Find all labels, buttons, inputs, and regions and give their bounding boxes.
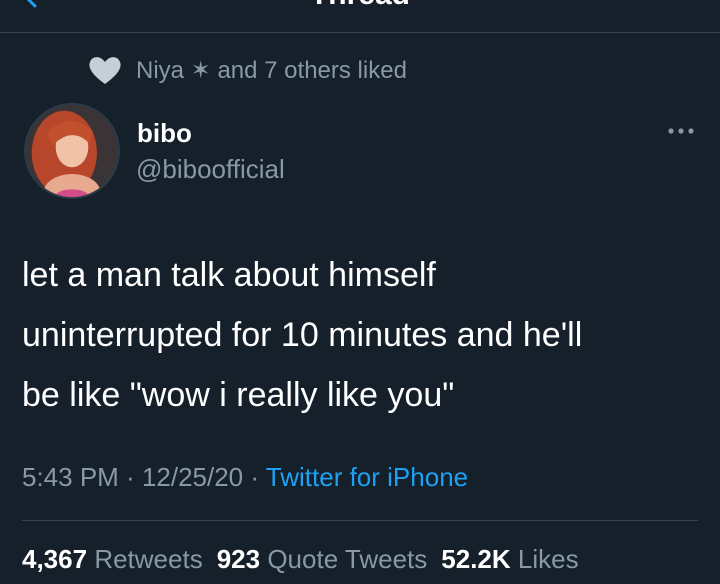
tweet-time[interactable]: 5:43 PM [22, 462, 119, 492]
top-navigation-bar: Thread [0, 0, 720, 33]
social-context-text: Niya ✶ and 7 others liked [136, 56, 407, 84]
retweets-count: 4,367 [22, 544, 88, 574]
author-handle[interactable]: @biboofficial [136, 154, 285, 185]
tweet-date[interactable]: 12/25/20 [142, 462, 243, 492]
divider [22, 520, 698, 521]
likes-stat[interactable]: 52.2K Likes [441, 544, 578, 574]
meta-separator: · [243, 462, 266, 492]
tweet-source-link[interactable]: Twitter for iPhone [266, 462, 468, 492]
tweet-metadata: 5:43 PM · 12/25/20 · Twitter for iPhone [22, 462, 468, 493]
tweet-line: be like "wow i really like you" [22, 376, 455, 414]
tweet-text: let a man talk about himself uninterrupt… [22, 245, 702, 425]
quote-tweets-count: 923 [216, 544, 261, 574]
meta-separator: · [118, 462, 142, 492]
tweet-line: uninterrupted for 10 minutes and he'll [22, 316, 583, 354]
author-display-name[interactable]: bibo [137, 118, 192, 149]
quote-tweets-label: Quote Tweets [267, 544, 428, 574]
likes-label: Likes [517, 544, 579, 574]
retweets-stat[interactable]: 4,367 Retweets [22, 544, 203, 574]
more-horizontal-icon[interactable] [667, 124, 695, 136]
tweet-line: let a man talk about himself [22, 256, 436, 294]
engagement-stats: 4,367 Retweets 923 Quote Tweets 52.2K Like… [22, 544, 579, 575]
page-title: Thread [0, 0, 720, 12]
avatar[interactable] [24, 103, 120, 199]
retweets-label: Retweets [94, 544, 203, 574]
heart-icon [88, 55, 122, 85]
social-context[interactable]: Niya ✶ and 7 others liked [88, 55, 407, 85]
quote-tweets-stat[interactable]: 923 Quote Tweets [217, 544, 428, 574]
likes-count: 52.2K [441, 544, 511, 574]
